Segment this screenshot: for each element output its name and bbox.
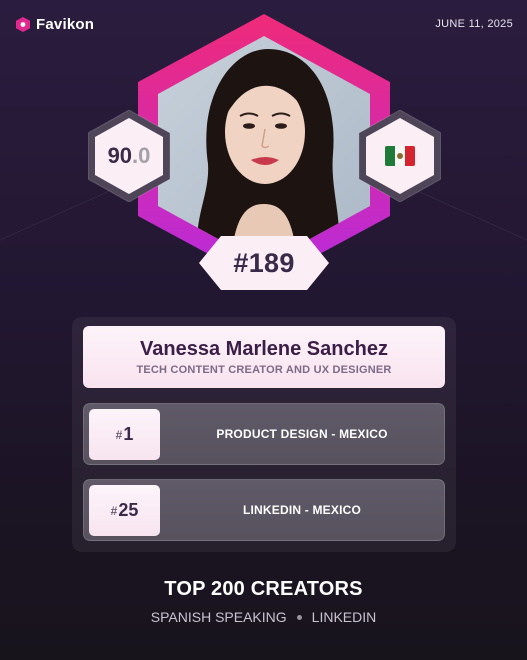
footer-subtitle: SPANISH SPEAKING LINKEDIN (0, 609, 527, 625)
ranking-label: LINKEDIN - MEXICO (242, 503, 362, 517)
profile-hero: 90.0 #189 (0, 0, 527, 310)
overall-rank: #189 (233, 247, 295, 278)
ranking-row[interactable]: #1 PRODUCT DESIGN - MEXICO (83, 403, 445, 465)
score-hexagon: 90.0 (88, 110, 170, 202)
country-hexagon (359, 110, 441, 202)
mexico-flag-icon (385, 146, 415, 166)
separator-dot-icon (296, 614, 302, 620)
score-value: 90.0 (107, 143, 151, 168)
ranking-number: #25 (89, 485, 160, 536)
footer-title: TOP 200 CREATORS (164, 578, 363, 600)
overall-rank-badge: #189 (199, 236, 329, 290)
creator-name: Vanessa Marlene Sanchez (140, 338, 388, 360)
ranking-number: #1 (89, 409, 160, 460)
creator-title: TECH CONTENT CREATOR AND UX DESIGNER (136, 364, 392, 376)
ranking-label: PRODUCT DESIGN - MEXICO (216, 427, 388, 441)
name-box: Vanessa Marlene Sanchez TECH CONTENT CRE… (83, 326, 445, 388)
footer-language: SPANISH SPEAKING (150, 609, 287, 625)
ranking-row[interactable]: #25 LINKEDIN - MEXICO (83, 479, 445, 541)
footer-platform: LINKEDIN (311, 609, 377, 625)
